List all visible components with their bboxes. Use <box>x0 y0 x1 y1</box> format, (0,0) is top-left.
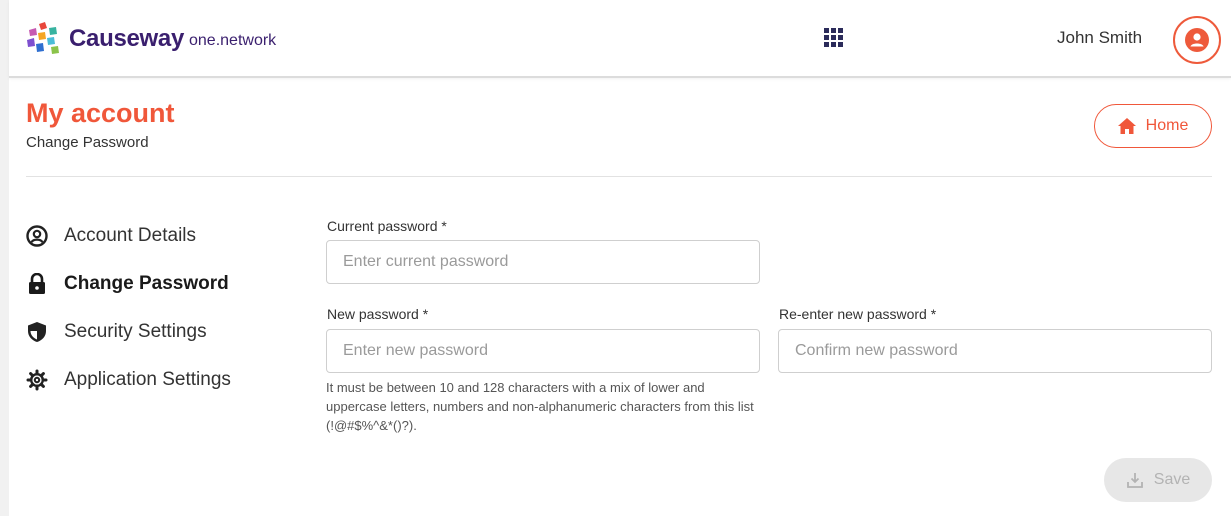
home-button-label: Home <box>1145 117 1189 134</box>
sidebar-item-application-settings[interactable]: Application Settings <box>26 356 231 404</box>
current-password-input[interactable] <box>326 240 760 284</box>
page-subtitle: Change Password <box>26 134 149 151</box>
logo[interactable]: Causeway one.network <box>25 22 276 56</box>
user-name[interactable]: John Smith <box>1057 28 1142 48</box>
page-title: My account <box>26 98 175 128</box>
sidebar-item-label: Account Details <box>64 225 197 246</box>
new-password-input[interactable] <box>326 329 760 373</box>
save-button-label: Save <box>1153 471 1191 488</box>
divider <box>26 176 1212 177</box>
left-rail <box>0 0 9 516</box>
sidebar-item-label: Application Settings <box>64 369 231 390</box>
sidebar-item-change-password[interactable]: Change Password <box>26 260 231 308</box>
user-icon <box>1185 28 1209 52</box>
sidebar-item-label: Security Settings <box>64 321 207 342</box>
current-password-label: Current password * <box>327 218 447 234</box>
confirm-password-input[interactable] <box>778 329 1212 373</box>
brand-subtitle: one.network <box>189 32 277 49</box>
logo-mark-icon <box>27 22 59 54</box>
sidebar-item-label: Change Password <box>64 273 229 294</box>
home-icon <box>1117 118 1136 134</box>
download-icon <box>1126 473 1143 488</box>
save-button[interactable]: Save <box>1104 458 1212 502</box>
top-bar: Causeway one.network John Smith <box>9 0 1231 78</box>
confirm-password-label: Re-enter new password * <box>779 306 937 322</box>
shield-icon <box>26 321 48 343</box>
gear-icon <box>26 369 48 391</box>
password-hint: It must be between 10 and 128 characters… <box>326 380 754 433</box>
sidebar-item-security-settings[interactable]: Security Settings <box>26 308 231 356</box>
grid-icon[interactable] <box>824 28 844 48</box>
home-button[interactable]: Home <box>1094 104 1212 148</box>
brand-name: Causeway <box>69 25 184 52</box>
new-password-label: New password * <box>327 306 429 322</box>
sidebar-item-account-details[interactable]: Account Details <box>26 212 231 260</box>
lock-icon <box>26 273 48 295</box>
account-sidebar: Account Details Change Password Security… <box>26 212 231 404</box>
user-circle-icon <box>26 225 48 247</box>
user-avatar-button[interactable] <box>1173 16 1221 64</box>
